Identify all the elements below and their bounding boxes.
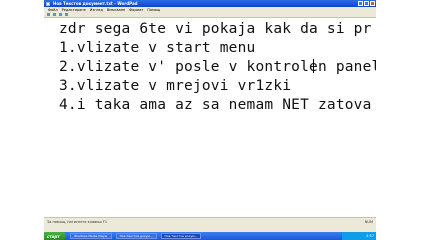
wordpad-icon (46, 1, 50, 6)
status-bar: За помощ, натиснете клавиш F1 NUM (44, 217, 376, 225)
document-line-4: 3.vlizate v mrejovi vr1zki (59, 78, 292, 94)
minimize-button[interactable] (358, 1, 363, 6)
desktop-screen: Нов Текстов документ.txt - WordPad Файл … (44, 0, 376, 240)
document-line-2: 1.vlizate v start menu (59, 40, 256, 56)
taskbar: старт Windows Media Player Нов Текстов д… (44, 232, 376, 240)
close-button[interactable] (370, 1, 375, 6)
window-controls (358, 1, 375, 6)
print-icon[interactable] (65, 13, 68, 16)
start-button[interactable]: старт (44, 232, 66, 240)
menu-edit[interactable]: Редактиране (62, 8, 86, 12)
task-document-2[interactable]: Нов Текстов докум... (160, 233, 202, 239)
document-line-3: 2.vlizate v' posle v kontrolen panel (59, 59, 376, 75)
text-caret (313, 59, 314, 73)
task-document-1[interactable]: Нов Текстов докум... (115, 233, 157, 239)
menu-file[interactable]: Файл (48, 8, 58, 12)
new-icon[interactable] (47, 13, 50, 16)
menu-insert[interactable]: Вмъкване (107, 8, 125, 12)
window-title: Нов Текстов документ.txt - WordPad (53, 1, 138, 6)
status-num: NUM (364, 219, 373, 224)
open-icon[interactable] (53, 13, 56, 16)
document-area[interactable]: zdr sega 6te vi pokaja kak da si pr 1.vl… (44, 18, 376, 217)
document-line-1: zdr sega 6te vi pokaja kak da si pr (59, 21, 372, 37)
menu-format[interactable]: Формат (129, 8, 143, 12)
document-line-5: 4.i taka ama az sa nemam NET zatova (59, 97, 372, 113)
menu-view[interactable]: Изглед (90, 8, 103, 12)
system-tray: 4:57 (342, 232, 376, 240)
clock: 4:57 (366, 234, 374, 238)
task-media-player[interactable]: Windows Media Player (70, 233, 112, 239)
title-bar[interactable]: Нов Текстов документ.txt - WordPad (44, 0, 376, 7)
save-icon[interactable] (59, 13, 62, 16)
menu-help[interactable]: Помощ (147, 8, 160, 12)
maximize-button[interactable] (364, 1, 369, 6)
status-hint: За помощ, натиснете клавиш F1 (47, 219, 108, 224)
